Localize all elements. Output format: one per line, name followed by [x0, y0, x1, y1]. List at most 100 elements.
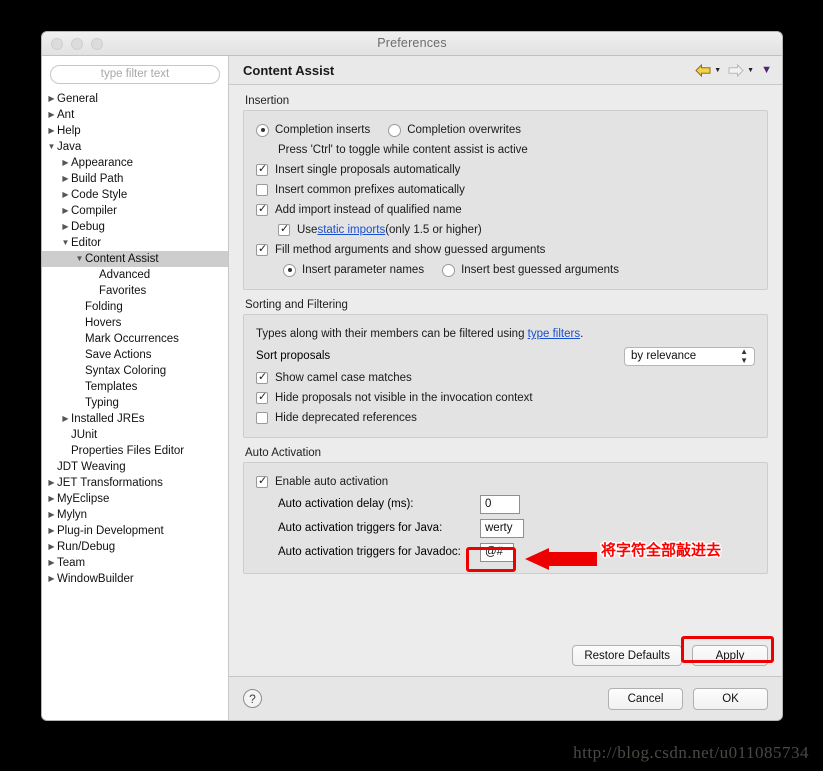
twisty-collapsed-icon[interactable]: ▶ — [46, 107, 57, 123]
sidebar-item-editor[interactable]: ▼ Editor — [42, 235, 228, 251]
sidebar-item-hovers[interactable]: Hovers — [42, 315, 228, 331]
twisty-expanded-icon[interactable]: ▼ — [74, 251, 85, 267]
checkbox-row-camel-case[interactable]: Show camel case matches — [256, 368, 755, 388]
twisty-collapsed-icon[interactable]: ▶ — [46, 507, 57, 523]
forward-dropdown-caret-icon[interactable]: ▼ — [747, 67, 754, 74]
twisty-collapsed-icon[interactable]: ▶ — [60, 155, 71, 171]
chevron-down-icon[interactable]: ▼ — [761, 64, 772, 76]
annotation-text: 将字符全部敲进去 — [601, 541, 722, 559]
twisty-collapsed-icon[interactable]: ▶ — [60, 187, 71, 203]
sidebar-item-save-actions[interactable]: Save Actions — [42, 347, 228, 363]
radio-completion-inserts[interactable] — [256, 123, 269, 137]
checkbox-show-camel-case-matches[interactable] — [256, 370, 268, 384]
restore-defaults-button[interactable]: Restore Defaults — [572, 645, 682, 666]
checkbox-row-hide-deprecated[interactable]: Hide deprecated references — [256, 408, 755, 428]
preferences-tree[interactable]: ▶ General ▶ Ant ▶ Help ▼ Java ▶ Appearance ▶ Build … — [42, 91, 228, 587]
radio-completion-overwrites[interactable] — [388, 123, 402, 137]
twisty-collapsed-icon[interactable]: ▶ — [60, 203, 71, 219]
checkbox-insert-common-prefixes[interactable] — [256, 184, 268, 196]
question-mark-icon[interactable]: ? — [243, 689, 262, 708]
forward-arrow-icon[interactable] — [728, 63, 744, 77]
checkbox-fill-method-arguments-label: Fill method arguments and show guessed a… — [275, 244, 546, 256]
sidebar-item-mylyn[interactable]: ▶ Mylyn — [42, 507, 228, 523]
sidebar-item-run-debug[interactable]: ▶ Run/Debug — [42, 539, 228, 555]
sidebar-item-installed-jres[interactable]: ▶ Installed JREs — [42, 411, 228, 427]
twisty-collapsed-icon[interactable]: ▶ — [60, 411, 71, 427]
checkbox-add-import[interactable] — [256, 202, 268, 216]
sidebar-item-mark-occurrences[interactable]: Mark Occurrences — [42, 331, 228, 347]
checkbox-fill-method-arguments[interactable] — [256, 242, 268, 256]
checkbox-row-fill-arguments[interactable]: Fill method arguments and show guessed a… — [256, 240, 755, 260]
checkbox-row-static-imports[interactable]: Use static imports (only 1.5 or higher) — [256, 220, 755, 240]
sidebar-item-properties-files-editor[interactable]: Properties Files Editor — [42, 443, 228, 459]
checkbox-row-add-import[interactable]: Add import instead of qualified name — [256, 200, 755, 220]
sidebar-item-debug[interactable]: ▶ Debug — [42, 219, 228, 235]
auto-activation-delay-input[interactable]: 0 — [480, 494, 520, 514]
twisty-collapsed-icon[interactable]: ▶ — [60, 219, 71, 235]
auto-activation-javadoc-input[interactable]: @# — [480, 542, 514, 562]
sidebar-item-junit[interactable]: JUnit — [42, 427, 228, 443]
sidebar-item-team[interactable]: ▶ Team — [42, 555, 228, 571]
sidebar-item-help[interactable]: ▶ Help — [42, 123, 228, 139]
filter-input[interactable] — [50, 64, 220, 84]
sidebar-item-myeclipse[interactable]: ▶ MyEclipse — [42, 491, 228, 507]
sorting-group-box: Types along with their members can be fi… — [243, 314, 768, 438]
checkbox-insert-single-proposals[interactable] — [256, 162, 268, 176]
twisty-collapsed-icon[interactable]: ▶ — [60, 171, 71, 187]
sidebar-item-label: JDT Weaving — [57, 460, 126, 473]
checkbox-insert-single-proposals-label: Insert single proposals automatically — [275, 164, 461, 176]
twisty-collapsed-icon[interactable]: ▶ — [46, 523, 57, 539]
sidebar-item-jdt-weaving[interactable]: JDT Weaving — [42, 459, 228, 475]
nav-icon-group[interactable]: ▼ ▼ ▼ — [695, 63, 772, 77]
sidebar-item-syntax-coloring[interactable]: Syntax Coloring — [42, 363, 228, 379]
sidebar-item-compiler[interactable]: ▶ Compiler — [42, 203, 228, 219]
back-dropdown-caret-icon[interactable]: ▼ — [714, 67, 721, 74]
sidebar-item-typing[interactable]: Typing — [42, 395, 228, 411]
checkbox-row-hide-not-visible[interactable]: Hide proposals not visible in the invoca… — [256, 388, 755, 408]
twisty-expanded-icon[interactable]: ▼ — [46, 139, 57, 155]
type-filters-desc-suffix: . — [580, 328, 584, 340]
static-imports-link[interactable]: static imports — [317, 224, 385, 236]
detail-header: Content Assist ▼ ▼ ▼ — [229, 56, 782, 85]
checkbox-hide-proposals-not-visible[interactable] — [256, 390, 268, 404]
type-filters-link[interactable]: type filters — [528, 328, 580, 340]
ok-button[interactable]: OK — [693, 687, 768, 710]
sidebar-item-label: Syntax Coloring — [85, 364, 167, 377]
radio-insert-parameter-names[interactable] — [283, 263, 296, 277]
twisty-collapsed-icon[interactable]: ▶ — [46, 491, 57, 507]
sidebar-item-general[interactable]: ▶ General — [42, 91, 228, 107]
checkbox-hide-deprecated-references[interactable] — [256, 412, 268, 424]
twisty-collapsed-icon[interactable]: ▶ — [46, 539, 57, 555]
twisty-collapsed-icon[interactable]: ▶ — [46, 91, 57, 107]
auto-activation-java-input[interactable]: werty — [480, 518, 524, 538]
cancel-button[interactable]: Cancel — [608, 687, 683, 710]
twisty-collapsed-icon[interactable]: ▶ — [46, 475, 57, 491]
sidebar-item-code-style[interactable]: ▶ Code Style — [42, 187, 228, 203]
sidebar-item-content-assist[interactable]: ▼ Content Assist — [42, 250, 228, 267]
sidebar-item-plug-in-development[interactable]: ▶ Plug-in Development — [42, 523, 228, 539]
checkbox-row-single-proposals[interactable]: Insert single proposals automatically — [256, 160, 755, 180]
back-arrow-icon[interactable] — [695, 63, 711, 77]
sort-proposals-select[interactable]: by relevance ▲ ▼ — [624, 346, 755, 366]
sidebar-item-build-path[interactable]: ▶ Build Path — [42, 171, 228, 187]
checkbox-enable-auto-activation[interactable] — [256, 474, 268, 488]
sidebar-item-label: Typing — [85, 396, 119, 409]
twisty-collapsed-icon[interactable]: ▶ — [46, 555, 57, 571]
twisty-collapsed-icon[interactable]: ▶ — [46, 571, 57, 587]
checkbox-row-enable-auto-activation[interactable]: Enable auto activation — [256, 472, 755, 492]
sidebar-item-folding[interactable]: Folding — [42, 299, 228, 315]
sidebar-item-appearance[interactable]: ▶ Appearance — [42, 155, 228, 171]
sidebar-item-advanced[interactable]: Advanced — [42, 267, 228, 283]
radio-insert-best-guessed-arguments[interactable] — [442, 263, 456, 277]
twisty-collapsed-icon[interactable]: ▶ — [46, 123, 57, 139]
apply-button[interactable]: Apply — [692, 645, 768, 666]
checkbox-use-static-imports[interactable] — [278, 222, 290, 236]
sidebar-item-favorites[interactable]: Favorites — [42, 283, 228, 299]
sidebar-item-ant[interactable]: ▶ Ant — [42, 107, 228, 123]
sidebar-item-jet-transformations[interactable]: ▶ JET Transformations — [42, 475, 228, 491]
sidebar-item-java[interactable]: ▼ Java — [42, 139, 228, 155]
checkbox-row-common-prefixes[interactable]: Insert common prefixes automatically — [256, 180, 755, 200]
sidebar-item-templates[interactable]: Templates — [42, 379, 228, 395]
twisty-expanded-icon[interactable]: ▼ — [60, 235, 71, 251]
sidebar-item-windowbuilder[interactable]: ▶ WindowBuilder — [42, 571, 228, 587]
